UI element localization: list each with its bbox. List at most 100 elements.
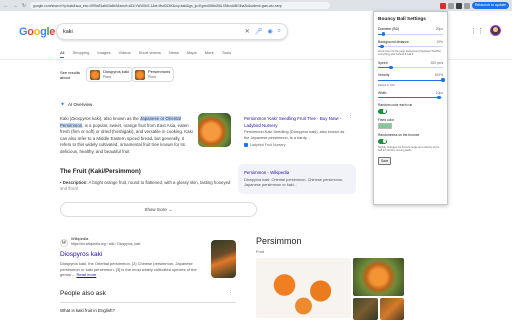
tab-short-videos[interactable]: Short videos <box>139 50 161 58</box>
knowledge-panel-image[interactable] <box>353 258 404 296</box>
chip-thumbnail <box>90 69 100 80</box>
slider-handle[interactable] <box>441 78 445 82</box>
chip-thumbnail <box>135 69 145 80</box>
result-site[interactable]: Wikipedia https://en.wikipedia.org › wiki… <box>71 236 141 247</box>
diameter-label: Diameter (BD) <box>378 27 400 31</box>
more-vert-icon[interactable]: ⋮ <box>228 290 233 296</box>
source-title[interactable]: Persimmon 'Kaki' Seedling Fruit Tree - B… <box>244 116 350 129</box>
speed-label: Speed <box>378 60 388 65</box>
divider <box>60 302 236 303</box>
chip-subtitle: Plant <box>148 74 156 79</box>
wikipedia-icon: W <box>60 239 68 247</box>
source-snippet: Diospyros kaki: Oriental persimmon, Chin… <box>244 176 344 188</box>
extensions-area: Relaunch to update <box>439 2 509 9</box>
show-more-button[interactable]: Show more ⌄ <box>60 202 257 217</box>
extension-icon[interactable] <box>439 2 446 9</box>
random-edges-note: Slightly changes the bounce angle and ve… <box>378 145 440 153</box>
knowledge-panel-image[interactable] <box>256 258 351 318</box>
slider-handle[interactable] <box>389 65 393 70</box>
save-button[interactable]: Save <box>378 157 392 165</box>
fruit-heading: The Fruit (Kaki/Persimmon) <box>60 168 141 175</box>
fade-overlay <box>55 184 240 196</box>
ai-text-italic: Diospyros kaki <box>71 116 100 121</box>
tab-all[interactable]: All <box>60 50 65 58</box>
random-edges-label: Randomness on the bounce <box>378 133 420 138</box>
read-more-link[interactable]: Read more <box>76 272 96 277</box>
random-color-toggle[interactable] <box>378 108 387 114</box>
search-input[interactable]: kaki <box>63 29 240 35</box>
random-edges-toggle[interactable] <box>378 138 387 144</box>
knowledge-panel-image[interactable] <box>380 298 404 320</box>
result-breadcrumb: https://en.wikipedia.org › wiki › Diospy… <box>71 241 141 246</box>
ai-overview-header: ✦ AI Overview <box>60 101 92 108</box>
diameter-value: 20px <box>435 27 443 31</box>
random-color-label: Random color each run <box>378 103 413 108</box>
search-box[interactable]: kaki ✕ 🎤︎ ◉ ⌕ <box>56 23 288 40</box>
source-card[interactable]: Persimmon - Wikipedia Diospyros kaki: Or… <box>238 164 356 194</box>
ai-overview-text: Kaki (Diospyros kaki), also known as the… <box>60 116 196 156</box>
puzzle-icon[interactable] <box>463 2 470 9</box>
fixed-color-label: Fixed color <box>378 117 395 122</box>
tab-news[interactable]: News <box>169 50 179 58</box>
clear-icon[interactable]: ✕ <box>245 28 250 35</box>
setting-row: Velocity 100% <box>378 73 443 77</box>
more-vert-icon[interactable]: ⋮ <box>348 113 353 120</box>
ai-overview-title: AI Overview <box>68 102 93 107</box>
chip-title: Persimmons <box>148 69 171 74</box>
forward-icon[interactable]: → <box>12 3 18 9</box>
ai-text-part: ), also known as the <box>99 116 141 121</box>
source-site: Ladybird Fruit Nursery <box>244 142 350 149</box>
paa-question[interactable]: What is kaki fruit in English? <box>60 308 115 313</box>
setting-row: Background distance 10% <box>378 40 443 44</box>
slider-handle[interactable] <box>380 44 384 49</box>
tab-videos[interactable]: Videos <box>118 50 130 58</box>
slider-handle[interactable] <box>381 32 385 36</box>
diameter-slider[interactable] <box>378 32 443 36</box>
chip-title: Diospyros kaki <box>103 69 130 74</box>
result-thumbnail[interactable] <box>211 240 236 278</box>
extension-icon[interactable] <box>447 2 454 9</box>
people-also-ask-heading: People also ask <box>60 290 106 297</box>
persimmon-image[interactable] <box>198 113 231 147</box>
chip-subtitle: Plant <box>103 74 111 79</box>
result-title-link[interactable]: Diospyros kaki <box>60 251 102 258</box>
address-bar[interactable]: google.com/search?q=kaki&sca_esv=0f99a91… <box>30 2 330 9</box>
setting-row: Speed 300 px/s <box>378 61 443 65</box>
lens-icon[interactable]: ◉ <box>267 28 272 35</box>
bouncy-ball-settings-popup: Bouncy Ball Settings Diameter (BD) 20px B… <box>373 11 448 205</box>
tab-shopping[interactable]: Shopping <box>72 50 89 58</box>
bg-distance-value: 10% <box>436 39 443 44</box>
search-tabs: All Shopping Images Videos Short videos … <box>60 50 231 58</box>
result-site-name: Wikipedia <box>71 236 89 241</box>
knowledge-panel-image[interactable] <box>353 298 378 320</box>
favicon-icon <box>244 143 248 148</box>
avatar[interactable] <box>490 25 501 36</box>
search-icon[interactable]: ⌕ <box>278 28 281 35</box>
google-logo[interactable]: Google <box>19 26 55 38</box>
tab-tools[interactable]: Tools <box>222 50 231 58</box>
tab-maps[interactable]: Maps <box>187 50 197 58</box>
bg-distance-slider[interactable] <box>378 44 443 49</box>
entity-chip[interactable]: Persimmons Plant <box>131 67 175 82</box>
setting-row: Random color each run <box>378 103 443 107</box>
tab-more[interactable]: More <box>205 50 214 58</box>
relaunch-update-button[interactable]: Relaunch to update <box>471 2 509 9</box>
address-url[interactable]: google.com/search?q=kaki&sca_esv=0f99a91… <box>33 4 282 8</box>
bg-distance-note: Fixed count of the page background (betw… <box>378 50 441 57</box>
velocity-slider[interactable] <box>378 78 445 82</box>
source-card[interactable]: Persimmon 'Kaki' Seedling Fruit Tree - B… <box>238 110 356 163</box>
apps-grid-icon[interactable]: ⋮⋮ <box>470 27 484 35</box>
bouncy-ball-extension-icon[interactable] <box>455 2 462 9</box>
entity-chip[interactable]: Diospyros kaki Plant <box>86 67 134 82</box>
slider-handle[interactable] <box>437 96 441 100</box>
bg-distance-label: Background distance <box>378 39 409 44</box>
fixed-color-picker[interactable] <box>378 123 392 130</box>
back-icon[interactable]: ← <box>3 3 9 9</box>
speed-slider[interactable] <box>378 65 443 70</box>
width-slider[interactable] <box>378 96 443 100</box>
show-more-label: Show more <box>144 207 167 212</box>
reload-icon[interactable]: ↻ <box>21 3 27 9</box>
result-snippet: Diospyros kaki, the Oriental persimmon, … <box>60 261 197 278</box>
mic-icon[interactable]: 🎤︎ <box>255 28 263 35</box>
tab-images[interactable]: Images <box>97 50 110 58</box>
